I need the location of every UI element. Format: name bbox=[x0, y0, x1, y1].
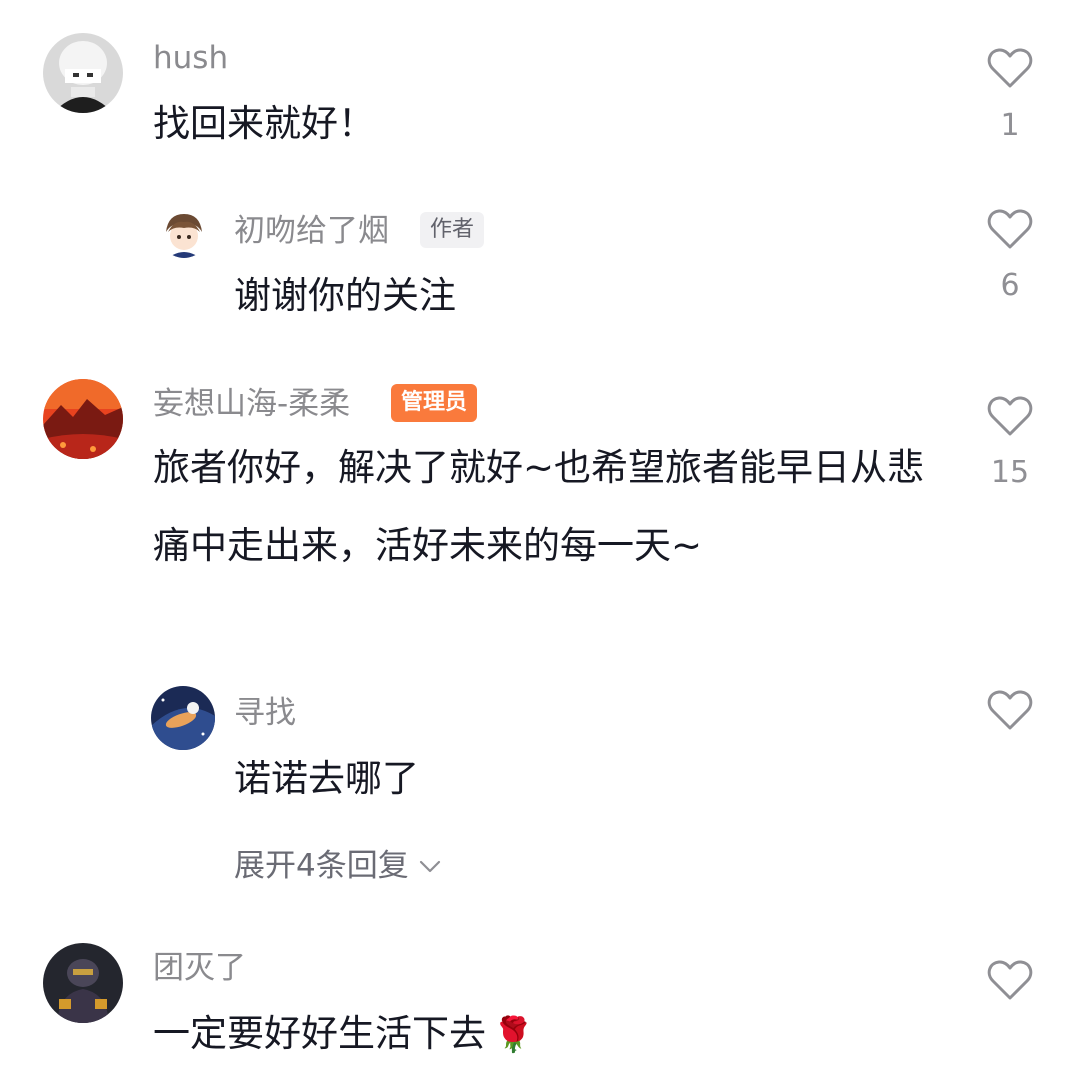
avatar[interactable] bbox=[43, 379, 123, 459]
avatar[interactable] bbox=[160, 210, 208, 258]
heart-outline-icon[interactable] bbox=[987, 395, 1033, 437]
dark-character-avatar bbox=[43, 943, 123, 1023]
reply-username[interactable]: 寻找 bbox=[234, 693, 296, 733]
comment-username[interactable]: hush bbox=[153, 38, 228, 78]
reply-text: 谢谢你的关注 bbox=[234, 274, 456, 317]
comment-text: 旅者你好，解决了就好~也希望旅者能早日从悲痛中走出来，活好未来的每一天~ bbox=[153, 446, 925, 567]
like-count: 15 bbox=[990, 455, 1030, 490]
heart-outline-icon[interactable] bbox=[987, 47, 1033, 89]
blue-galaxy-avatar bbox=[151, 686, 215, 750]
comment-username[interactable]: 妄想山海-柔柔 bbox=[153, 384, 350, 424]
avatar[interactable] bbox=[43, 943, 123, 1023]
like-count: 6 bbox=[1000, 268, 1020, 303]
heart-outline-icon[interactable] bbox=[987, 689, 1033, 731]
white-haired-anime-avatar bbox=[43, 33, 123, 113]
avatar[interactable] bbox=[43, 33, 123, 113]
rose-emoji: 🌹 bbox=[492, 1015, 535, 1055]
red-landscape-avatar bbox=[43, 379, 123, 459]
chevron-down-icon bbox=[419, 860, 440, 873]
expand-replies-button[interactable]: 展开4条回复 bbox=[234, 846, 443, 886]
heart-outline-icon[interactable] bbox=[987, 959, 1033, 1001]
expand-replies-label: 展开4条回复 bbox=[234, 848, 409, 884]
reply-username[interactable]: 初吻给了烟 bbox=[234, 211, 389, 251]
comment-text: 找回来就好！ bbox=[153, 102, 375, 145]
reply-text: 诺诺去哪了 bbox=[234, 757, 419, 800]
like-count: 1 bbox=[1000, 108, 1020, 143]
admin-badge: 管理员 bbox=[391, 384, 478, 422]
heart-outline-icon[interactable] bbox=[987, 208, 1033, 250]
cartoon-boy-avatar bbox=[160, 210, 208, 258]
comment-text: 一定要好好生活下去 🌹 bbox=[153, 1010, 534, 1059]
avatar[interactable] bbox=[151, 686, 215, 750]
author-badge: 作者 bbox=[420, 212, 485, 248]
comment-username[interactable]: 团灭了 bbox=[153, 948, 246, 988]
comment-text-content: 一定要好好生活下去 bbox=[153, 1012, 486, 1055]
